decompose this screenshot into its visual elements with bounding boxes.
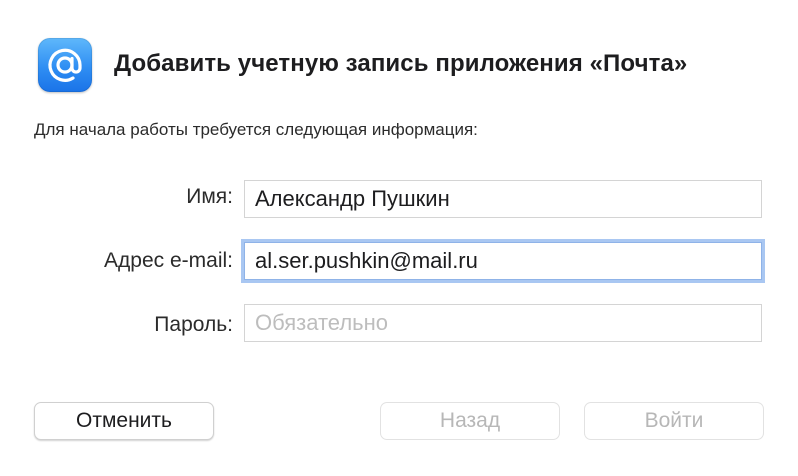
email-label: Адрес e-mail: [104, 249, 233, 272]
name-input[interactable] [244, 180, 762, 218]
dialog-title: Добавить учетную запись приложения «Почт… [114, 50, 688, 77]
name-label: Имя: [186, 185, 233, 208]
password-label: Пароль: [154, 313, 233, 336]
dialog-subtitle: Для начала работы требуется следующая ин… [34, 120, 478, 139]
email-input[interactable] [244, 242, 762, 280]
signin-button[interactable]: Войти [584, 402, 764, 440]
password-input[interactable] [244, 304, 762, 342]
back-button[interactable]: Назад [380, 402, 560, 440]
at-sign-glyph [48, 48, 82, 82]
cancel-button[interactable]: Отменить [34, 402, 214, 440]
mail-at-icon [38, 38, 92, 92]
